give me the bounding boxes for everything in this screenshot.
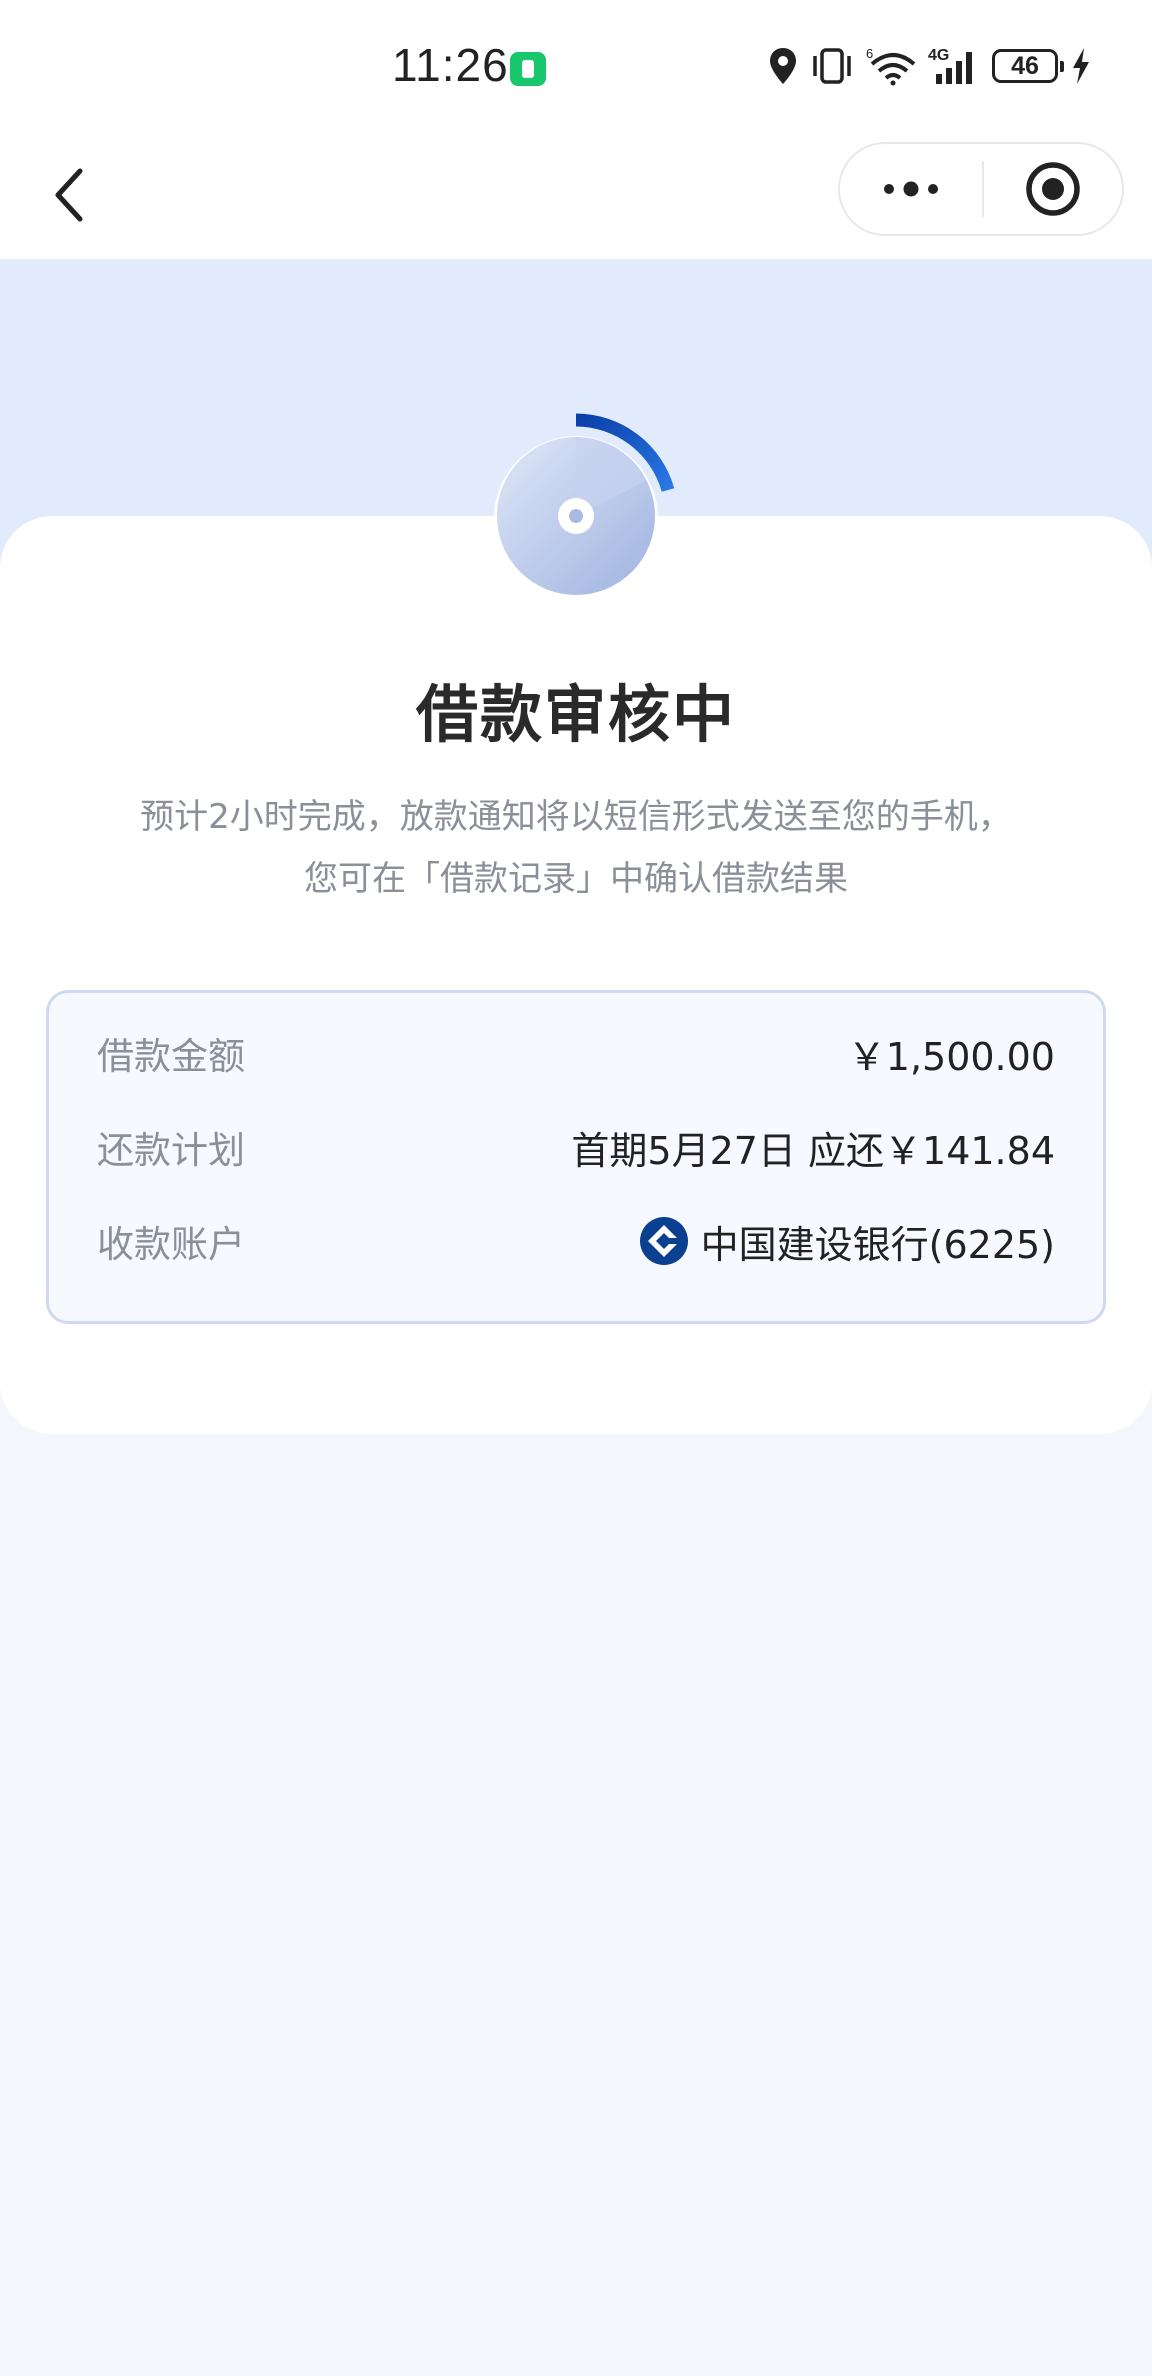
repayment-plan-row: 还款计划 首期5月27日 应还￥141.84 (97, 1117, 1055, 1177)
chevron-left-icon (55, 168, 83, 222)
app-notification-icon (510, 52, 546, 86)
nav-bar (0, 135, 1152, 259)
status-description: 预计2小时完成，放款通知将以短信形式发送至您的手机，您可在「借款记录」中确认借款… (140, 797, 1012, 899)
ccb-bank-logo (639, 1217, 688, 1265)
loan-amount-row: 借款金额 ￥1,500.00 (97, 1023, 1055, 1083)
target-close-icon (1026, 162, 1080, 216)
more-button[interactable] (840, 144, 982, 234)
charging-icon (1073, 48, 1089, 84)
mini-program-capsule (838, 142, 1124, 236)
vibrate-icon (813, 48, 851, 84)
status-icons: 6 4G 46 (768, 44, 1092, 88)
receiving-account-label: 收款账户 (97, 1223, 245, 1266)
status-time: 11:26 (392, 39, 509, 91)
more-dots-icon (884, 181, 938, 197)
back-button[interactable] (30, 155, 110, 235)
svg-text:4G: 4G (928, 47, 949, 64)
signal-icon: 4G (928, 47, 972, 84)
battery-level: 46 (1011, 51, 1039, 80)
wifi-icon: 6 (866, 46, 916, 86)
receiving-account-row: 收款账户 中国建设银行(6225) (97, 1211, 1055, 1271)
repayment-plan-label: 还款计划 (97, 1129, 245, 1172)
pending-clock-icon (494, 413, 675, 600)
receiving-account-value: 中国建设银行(6225) (639, 1214, 1055, 1269)
location-icon (770, 48, 796, 84)
loan-amount-label: 借款金额 (97, 1035, 245, 1078)
loan-amount-value: ￥1,500.00 (847, 1034, 1055, 1079)
repayment-plan-value: 首期5月27日 应还￥141.84 (571, 1128, 1055, 1173)
svg-text:6: 6 (866, 46, 873, 61)
close-button[interactable] (984, 144, 1122, 234)
status-bar: 11:26 6 4G 46 (0, 0, 1152, 135)
bank-account-text: 中国建设银行(6225) (700, 1222, 1055, 1267)
loan-info-box: 借款金额 ￥1,500.00 还款计划 首期5月27日 应还￥141.84 收款… (46, 990, 1106, 1324)
battery-indicator: 46 (992, 49, 1064, 83)
page-title: 借款审核中 (415, 678, 736, 751)
